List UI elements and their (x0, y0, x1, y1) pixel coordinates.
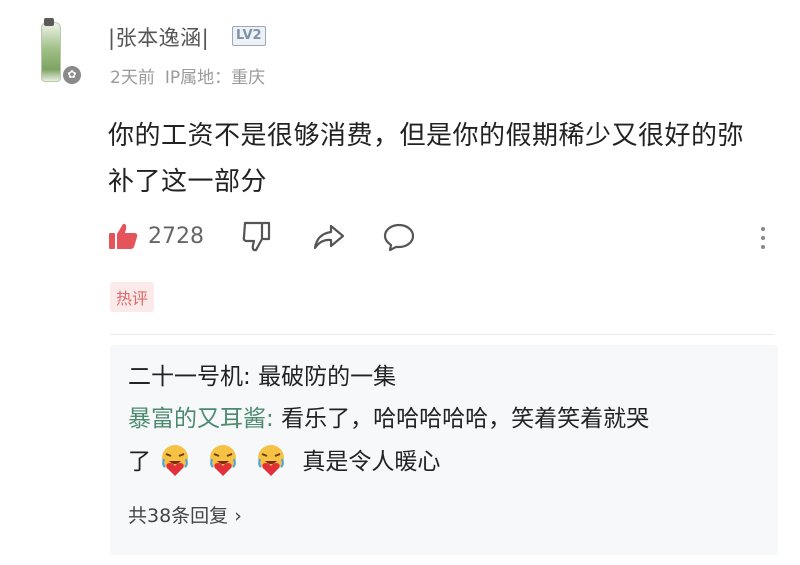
reply-text: 看乐了，哈哈哈哈哈，笑着笑着就哭 (281, 406, 650, 432)
reply-author[interactable]: 二十一号机 (128, 364, 243, 390)
dislike-icon[interactable] (242, 220, 272, 252)
comment-time: 2天前 (110, 68, 155, 88)
reply-author[interactable]: 暴富的又耳酱 (128, 406, 266, 432)
reply-icon[interactable] (383, 222, 415, 252)
view-more-replies-link[interactable]: 共38条回复 › (128, 501, 242, 528)
laugh-cry-heart-icon (206, 443, 240, 477)
avatar-image (41, 22, 61, 82)
comment-text: 你的工资不是很够消费，但是你的假期稀少又很好的弥补了这一部分 (108, 121, 745, 197)
avatar-badge-icon: ✿ (61, 64, 83, 86)
reply-text-continued: 真是令人暖心 (302, 449, 441, 475)
avatar[interactable]: ✿ (38, 18, 83, 86)
more-options-icon[interactable] (756, 224, 770, 252)
reply-item-continuation: 了 真是令人暖心 (128, 442, 440, 482)
level-badge: LV2 (232, 26, 266, 46)
reply-separator: : (243, 364, 259, 390)
like-count: 2728 (148, 224, 204, 249)
replies-box: 二十一号机: 最破防的一集 暴富的又耳酱: 看乐了，哈哈哈哈哈，笑着笑着就哭 了… (110, 345, 778, 555)
comment-location: IP属地：重庆 (164, 68, 266, 88)
share-icon[interactable] (313, 224, 345, 250)
reply-separator: : (266, 406, 282, 432)
hot-comment-badge: 热评 (110, 282, 155, 312)
avatar-cap (44, 18, 54, 26)
like-icon[interactable] (108, 222, 138, 250)
divider (110, 334, 774, 335)
reply-item[interactable]: 暴富的又耳酱: 看乐了，哈哈哈哈哈，笑着笑着就哭 (128, 399, 649, 439)
username[interactable]: |张本逸涵| (108, 22, 209, 52)
reply-item[interactable]: 二十一号机: 最破防的一集 (128, 357, 396, 397)
laugh-cry-heart-icon (254, 443, 288, 477)
reply-text-prefix: 了 (128, 449, 151, 475)
comment-meta: 2天前 IP属地：重庆 (110, 63, 265, 88)
laugh-cry-heart-icon (158, 443, 192, 477)
reply-text: 最破防的一集 (258, 364, 397, 390)
